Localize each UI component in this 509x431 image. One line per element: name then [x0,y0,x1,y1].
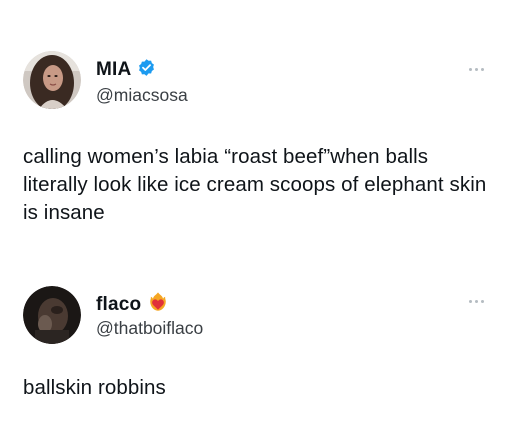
author-row: flaco [96,291,169,318]
author-row: MIA [96,58,156,82]
tweet-card: flaco @thatboiflaco ballskin robbins [0,270,509,431]
handle[interactable]: @thatboiflaco [96,318,203,339]
more-options-icon[interactable] [463,62,489,76]
more-options-icon[interactable] [463,294,489,308]
display-name[interactable]: MIA [96,59,131,81]
avatar[interactable] [23,51,81,109]
avatar[interactable] [23,286,81,344]
verified-badge-icon [137,58,156,82]
tweet-text: ballskin robbins [23,376,166,399]
heart-on-fire-icon [147,291,169,318]
avatar-image [23,286,81,344]
tweet-text: calling women’s labia “roast beef”when b… [23,145,487,224]
tweet-card: MIA @miacsosa calling women’s labia “roa… [0,0,509,240]
display-name[interactable]: flaco [96,294,141,316]
avatar-image [23,51,81,109]
handle[interactable]: @miacsosa [96,85,188,106]
